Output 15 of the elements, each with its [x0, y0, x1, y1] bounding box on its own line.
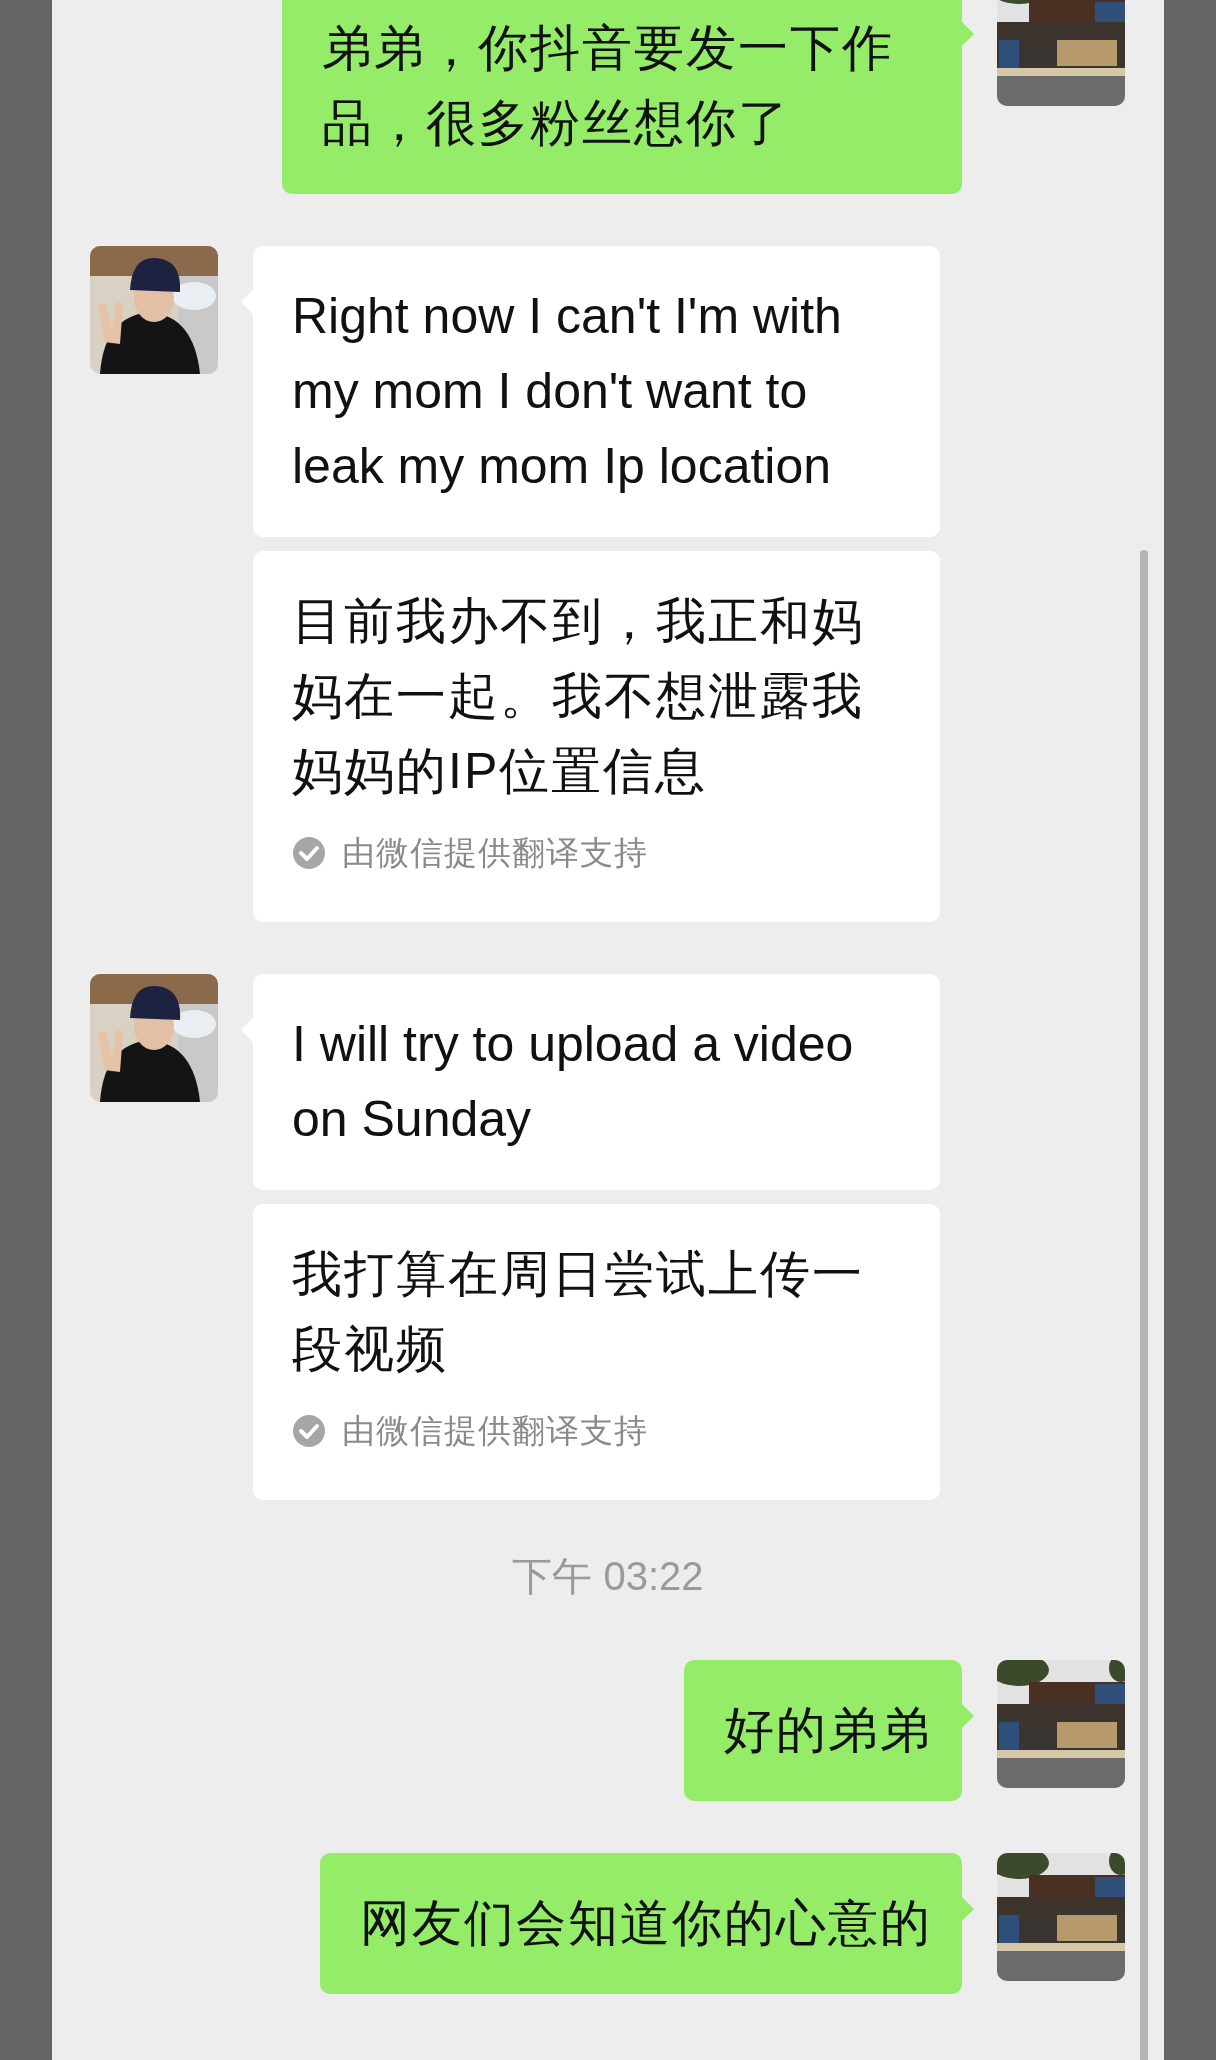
message-text: 好的弟弟	[724, 1701, 932, 1760]
translated-text: 目前我办不到，我正和妈妈在一起。我不想泄露我妈妈的IP位置信息	[292, 592, 865, 801]
message-text: I will try to upload a video on Sunday	[292, 1015, 855, 1149]
check-icon	[292, 1414, 326, 1448]
translation-note: 由微信提供翻译支持	[342, 833, 648, 873]
message-text: Right now I can't I'm with my mom I don't want to leak my mom Ip location	[292, 287, 843, 496]
scrollbar[interactable]	[1140, 550, 1148, 2060]
check-icon	[292, 836, 326, 870]
timestamp: 下午 03:22	[512, 1553, 704, 1600]
message-bubble[interactable]: 目前我办不到，我正和妈妈在一起。我不想泄露我妈妈的IP位置信息 由微信提供翻译支持	[253, 551, 940, 922]
translated-text: 我打算在周日尝试上传一段视频	[292, 1245, 865, 1379]
message-text: 网友们会知道你的心意的	[360, 1894, 932, 1953]
message-bubble[interactable]: 我打算在周日尝试上传一段视频 由微信提供翻译支持	[253, 1204, 940, 1500]
translation-note: 由微信提供翻译支持	[342, 1411, 648, 1451]
message-text: 弟弟，你抖音要发一下作品，很多粉丝想你了	[322, 19, 895, 153]
